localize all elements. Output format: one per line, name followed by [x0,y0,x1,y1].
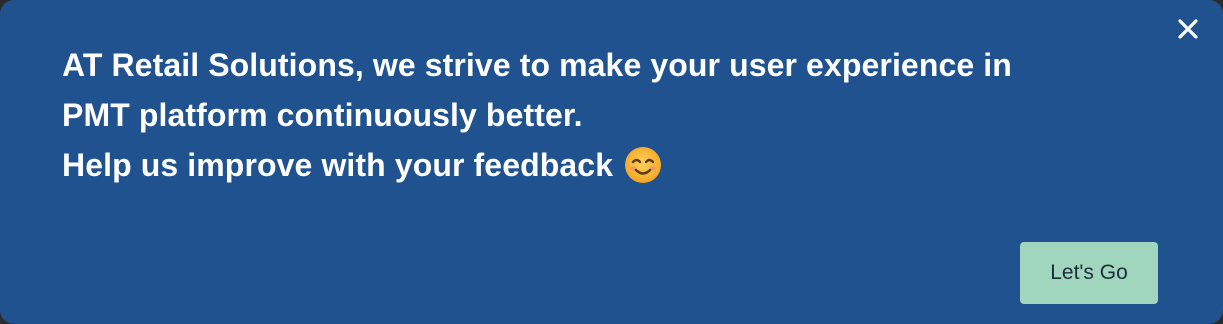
banner-message-line-1: AT Retail Solutions, we strive to make y… [62,47,1012,83]
close-button[interactable] [1173,14,1203,44]
close-icon [1178,19,1198,39]
banner-message-line-2: PMT platform continuously better. [62,97,583,133]
feedback-banner: AT Retail Solutions, we strive to make y… [0,0,1223,324]
lets-go-button[interactable]: Let's Go [1020,242,1158,304]
smiling-face-icon [625,146,662,183]
banner-message-line-3-text: Help us improve with your feedback [62,147,614,183]
banner-message-line-3: Help us improve with your feedback [62,140,1172,190]
banner-message: AT Retail Solutions, we strive to make y… [62,40,1172,190]
